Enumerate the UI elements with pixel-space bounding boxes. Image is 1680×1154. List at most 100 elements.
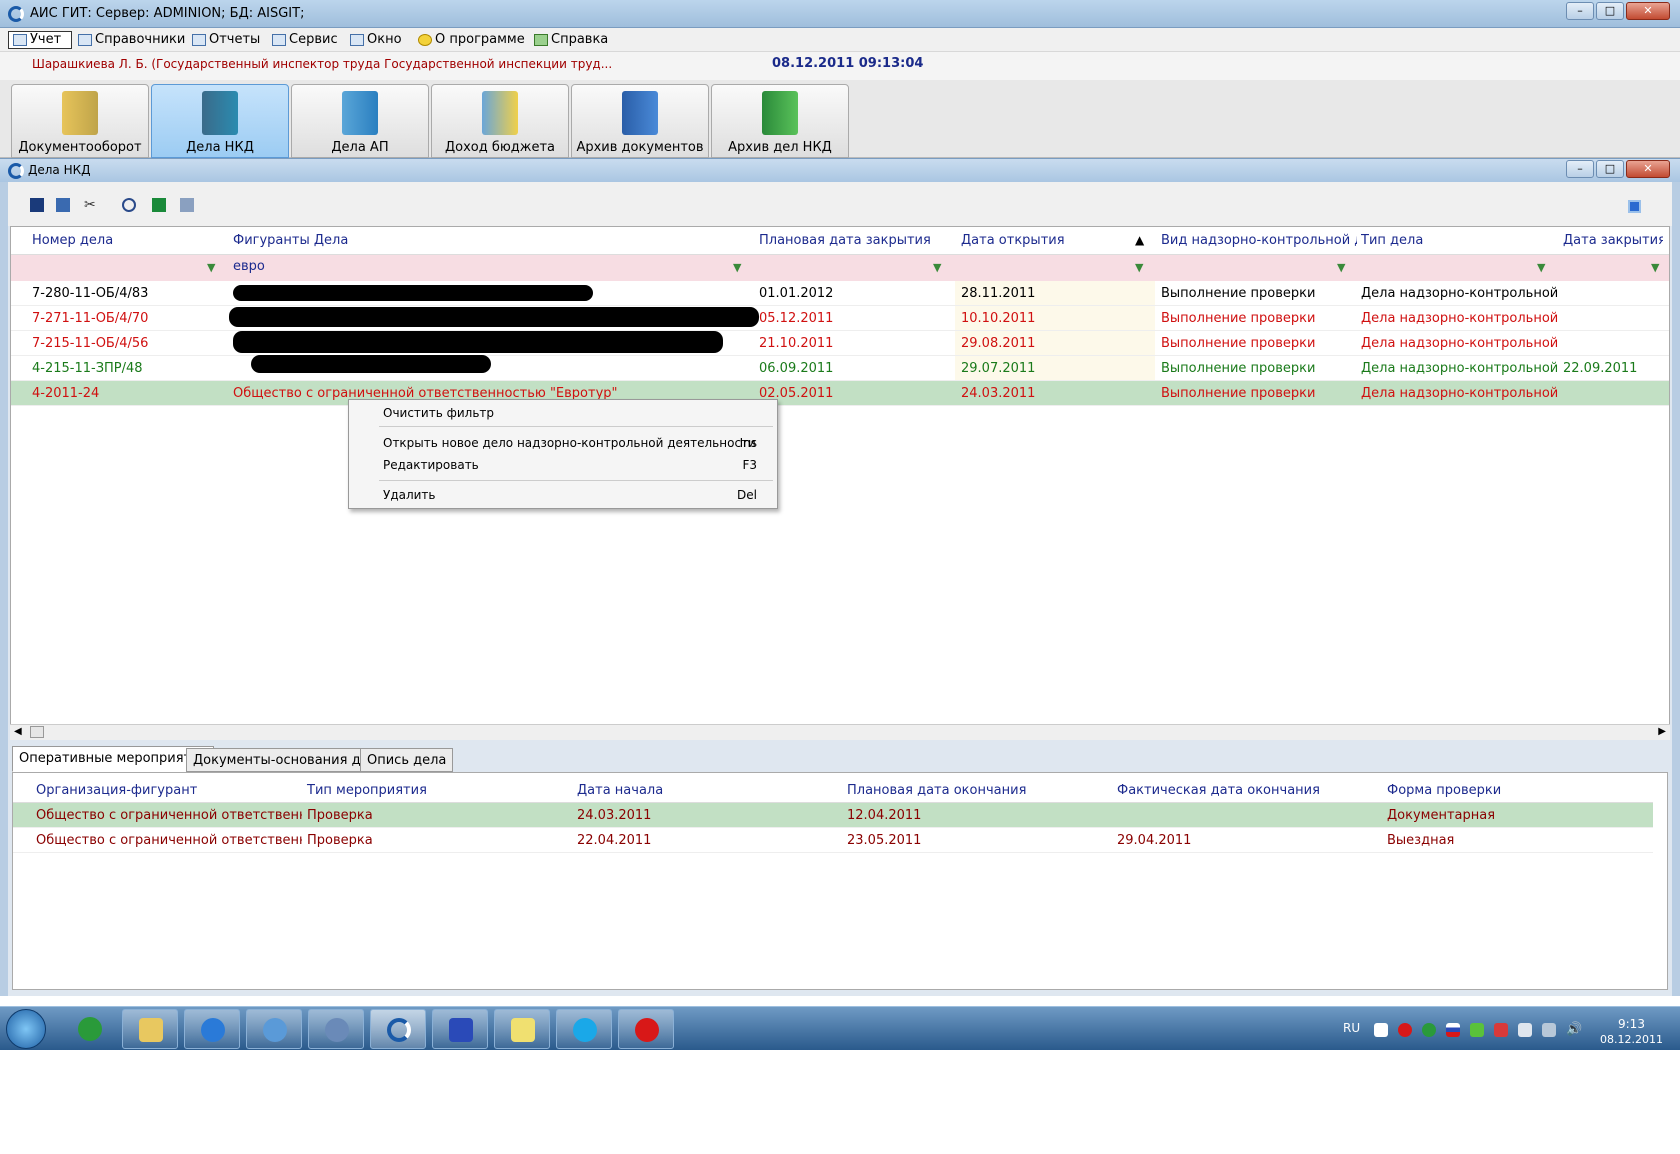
module-arhiv-del-nkd[interactable]: Архив дел НКД xyxy=(711,84,849,158)
taskbar-skype[interactable] xyxy=(556,1009,612,1049)
ctx-delete[interactable]: Удалить xyxy=(383,488,436,502)
clock-time[interactable]: 9:13 xyxy=(1618,1017,1645,1031)
ctx-shortcut: Ins xyxy=(739,436,757,450)
search-icon[interactable] xyxy=(122,198,136,212)
child-close-button[interactable]: ✕ xyxy=(1626,160,1670,178)
cut-icon[interactable]: ✂ xyxy=(84,198,98,212)
child-minimize-button[interactable]: – xyxy=(1566,160,1594,178)
cell-start: 22.04.2011 xyxy=(577,833,652,848)
cell-form: Документарная xyxy=(1387,808,1496,823)
filter-arrow-icon[interactable]: ▼ xyxy=(1537,262,1547,273)
tray-flag-icon[interactable] xyxy=(1446,1023,1460,1037)
current-datetime: 08.12.2011 09:13:04 xyxy=(772,56,924,71)
module-dohod-byudzheta[interactable]: Доход бюджета xyxy=(431,84,569,158)
tray-usb-icon[interactable] xyxy=(1518,1023,1532,1037)
taskbar-thunderbird[interactable] xyxy=(308,1009,364,1049)
menu-spravka[interactable]: Справка xyxy=(530,31,612,49)
tray-app-icon[interactable] xyxy=(1374,1023,1388,1037)
col-header-form[interactable]: Форма проверки xyxy=(1387,783,1501,798)
tab-operativnye[interactable]: Оперативные мероприятия xyxy=(12,746,215,772)
col-header-org[interactable]: Организация-фигурант xyxy=(36,783,197,798)
cell-open-date: 28.11.2011 xyxy=(961,286,1036,301)
start-button[interactable] xyxy=(6,1009,46,1049)
clock-date[interactable]: 08.12.2011 xyxy=(1600,1033,1663,1046)
desktop-screen: { "app":{"title":"АИС ГИТ: Сервер: ADMIN… xyxy=(0,0,1680,1154)
user-name: Шарашкиева Л. Б. (Государственный инспек… xyxy=(32,57,613,71)
module-dela-ap[interactable]: Дела АП xyxy=(291,84,429,158)
module-arhiv-dokumentov[interactable]: Архив документов xyxy=(571,84,709,158)
menu-otchety[interactable]: Отчеты xyxy=(188,31,264,49)
col-header-close-date[interactable]: Дата закрытия xyxy=(1563,233,1663,248)
tray-network-icon[interactable] xyxy=(1422,1023,1436,1037)
scroll-right-icon[interactable]: ▶ xyxy=(1658,726,1666,737)
menu-o-programme[interactable]: О программе xyxy=(414,31,529,49)
filter-arrow-icon[interactable]: ▼ xyxy=(1651,262,1661,273)
col-header-start[interactable]: Дата начала xyxy=(577,783,663,798)
minimize-button[interactable]: – xyxy=(1566,2,1594,20)
filter-arrow-icon[interactable]: ▼ xyxy=(207,262,217,273)
sort-desc-icon[interactable]: ▲ xyxy=(1135,233,1144,247)
taskbar-ais-git[interactable] xyxy=(370,1009,426,1049)
menu-servis[interactable]: Сервис xyxy=(268,31,342,49)
child-maximize-button[interactable]: □ xyxy=(1596,160,1624,178)
taskbar-notes[interactable] xyxy=(494,1009,550,1049)
tray-display-icon[interactable] xyxy=(1542,1023,1556,1037)
taskbar-opera[interactable] xyxy=(618,1009,674,1049)
col-header-figuranty[interactable]: Фигуранты Дела xyxy=(233,233,713,248)
col-header-plan-date[interactable]: Плановая дата закрытия xyxy=(759,233,939,248)
tab-opis[interactable]: Опись дела xyxy=(360,748,454,772)
app-logo-icon xyxy=(8,6,24,22)
menu-okno[interactable]: Окно xyxy=(346,31,406,49)
volume-icon[interactable]: 🔊 xyxy=(1566,1023,1582,1037)
cell-form: Выездная xyxy=(1387,833,1455,848)
col-header-vid[interactable]: Вид надзорно-контрольной деятельности xyxy=(1161,233,1357,248)
col-header-open-date[interactable]: Дата открытия xyxy=(961,233,1141,248)
import-icon[interactable] xyxy=(30,198,44,212)
taskbar-clover-app[interactable] xyxy=(62,1009,118,1049)
ie-icon xyxy=(201,1018,225,1042)
ctx-edit[interactable]: Редактировать xyxy=(383,458,479,472)
taskbar-explorer[interactable] xyxy=(122,1009,178,1049)
table-row-selected[interactable]: 4-2011-24 Общество с ограниченной ответс… xyxy=(11,381,1669,406)
table-row[interactable]: Общество с ограниченной ответственность … xyxy=(13,828,1653,853)
module-dokumentooborot[interactable]: Документооборот xyxy=(11,84,149,158)
col-header-nomer[interactable]: Номер дела xyxy=(32,233,212,248)
redaction-mark xyxy=(251,355,491,373)
col-header-tip[interactable]: Тип дела xyxy=(1361,233,1557,248)
calculator-icon[interactable] xyxy=(180,198,194,212)
col-header-plan-end[interactable]: Плановая дата окончания xyxy=(847,783,1026,798)
folder-icon xyxy=(139,1018,163,1042)
cell-nomer: 7-271-11-ОБ/4/70 xyxy=(32,311,149,326)
restore-layout-icon[interactable] xyxy=(1628,200,1641,213)
menu-uchet[interactable]: Учет xyxy=(8,31,72,49)
menu-spravochniki[interactable]: Справочники xyxy=(74,31,189,49)
maximize-button[interactable]: □ xyxy=(1596,2,1624,20)
filter-arrow-icon[interactable]: ▼ xyxy=(1135,262,1145,273)
ctx-open-new-case[interactable]: Открыть новое дело надзорно-контрольной … xyxy=(383,436,756,450)
col-header-fact-end[interactable]: Фактическая дата окончания xyxy=(1117,783,1320,798)
tray-opera-icon[interactable] xyxy=(1398,1023,1412,1037)
module-dela-nkd[interactable]: Дела НКД xyxy=(151,84,289,158)
module-bar: Документооборот Дела НКД Дела АП Доход б… xyxy=(0,80,1680,158)
taskbar-save-app[interactable] xyxy=(432,1009,488,1049)
redaction-mark xyxy=(233,331,723,353)
scroll-thumb[interactable] xyxy=(30,726,44,738)
col-header-type[interactable]: Тип мероприятия xyxy=(307,783,427,798)
table-icon xyxy=(13,34,27,46)
scroll-left-icon[interactable]: ◀ xyxy=(14,726,22,737)
filter-figuranty-value[interactable]: евро xyxy=(233,259,265,274)
filter-arrow-icon[interactable]: ▼ xyxy=(1337,262,1347,273)
taskbar-app-blue[interactable] xyxy=(246,1009,302,1049)
close-button[interactable]: ✕ xyxy=(1626,2,1670,20)
edit-icon[interactable] xyxy=(56,198,70,212)
tray-security-icon[interactable] xyxy=(1470,1023,1484,1037)
taskbar-ie[interactable] xyxy=(184,1009,240,1049)
keyboard-language[interactable]: RU xyxy=(1343,1021,1360,1035)
tray-antivirus-icon[interactable] xyxy=(1494,1023,1508,1037)
filter-arrow-icon[interactable]: ▼ xyxy=(733,262,743,273)
excel-export-icon[interactable] xyxy=(152,198,166,212)
filter-arrow-icon[interactable]: ▼ xyxy=(933,262,943,273)
table-row-selected[interactable]: Общество с ограниченной ответственность … xyxy=(13,803,1653,828)
ctx-clear-filter[interactable]: Очистить фильтр xyxy=(383,406,494,420)
horizontal-scrollbar[interactable]: ◀ ▶ xyxy=(10,724,1670,740)
